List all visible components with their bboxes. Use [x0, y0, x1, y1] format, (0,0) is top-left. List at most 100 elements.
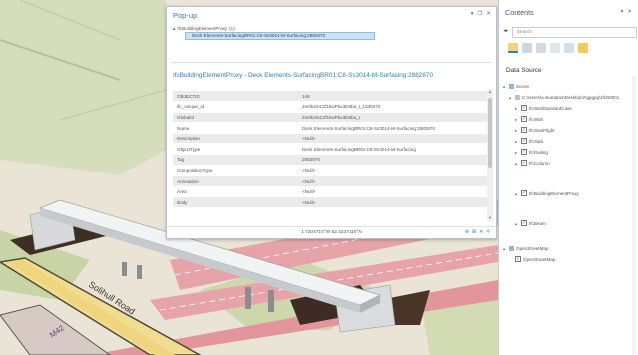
layer-item[interactable]: ▴ ✓ IfcColumn — [515, 158, 550, 168]
layer-label: IfcRailing — [529, 149, 548, 155]
dropdown-icon[interactable]: ▾ — [621, 9, 624, 15]
bridge-pier — [245, 287, 251, 309]
grass-area — [0, 0, 166, 175]
layer-item[interactable]: ▴ C:\Users\a.skarlatos\Desktop\z\gpgpg\z\… — [509, 92, 619, 102]
scroll-up-icon[interactable]: ▲ — [487, 89, 493, 95]
popup-layer-row[interactable]: ▴ IfcBuildingElementProxy (1) — [173, 25, 496, 32]
layer-item[interactable]: ▸ ✓ IfcWall — [515, 114, 543, 124]
attribute-value: 148 — [298, 91, 487, 103]
close-icon[interactable]: ✕ — [486, 12, 491, 18]
attribute-key: ObjectType — [173, 143, 298, 156]
attribute-key: Tag — [173, 154, 298, 166]
attribute-value: <Null> — [298, 165, 487, 177]
search-input[interactable]: Search — [511, 26, 637, 38]
labeling-icon[interactable] — [578, 43, 588, 53]
data-source-icon[interactable] — [522, 43, 532, 53]
bridge-pier — [268, 290, 274, 312]
attribute-row: Annotation <Null> — [173, 175, 487, 187]
editing-icon[interactable] — [550, 43, 560, 53]
visibility-checkbox[interactable]: ✓ — [515, 256, 521, 262]
popup-feature-item[interactable]: Deck Elements-SurfacingBR01:C8-Ss3014-M-… — [185, 32, 375, 40]
attribute-key: Name — [173, 122, 298, 134]
attribute-value: <Null> — [298, 196, 487, 209]
attribute-key: Body — [173, 196, 298, 209]
scene-icon — [509, 245, 514, 251]
popup-titlebar[interactable]: Pop-up ▾ ❐ ✕ — [167, 7, 496, 23]
bridge-pier — [137, 265, 142, 279]
attribute-value: Deck Elements-SurfacingBR01:C8-Ss3014-M-… — [298, 143, 487, 156]
visibility-checkbox[interactable]: ✓ — [521, 160, 527, 166]
scroll-thumb[interactable] — [488, 98, 492, 168]
layer-item[interactable]: ▸ ✓ IfcRailing — [515, 147, 548, 157]
attribute-value: <Null> — [298, 175, 487, 187]
contents-window-controls: ▾ ✕ — [621, 9, 632, 15]
bridge-pier — [122, 262, 127, 276]
attribute-row: GlobalId 2m0k2mCzf1kwPko3D8ba_t — [173, 112, 487, 124]
expand-caret-icon[interactable]: ▴ — [515, 161, 519, 166]
visibility-checkbox[interactable]: ✓ — [521, 105, 527, 111]
visibility-checkbox[interactable]: ✓ — [521, 127, 527, 133]
layer-item[interactable]: ▸ ✓ IfcWallStandardCase — [515, 103, 572, 113]
popup-window-controls: ▾ ❐ ✕ — [471, 12, 491, 18]
remove-icon[interactable]: ✕ — [479, 229, 483, 235]
layer-item[interactable]: ✓ OpenStreetMap — [509, 254, 555, 264]
layer-item[interactable]: ▴ ✓ IfcBuildingElementProxy — [515, 188, 579, 198]
layer-item[interactable]: ▸ ✓ IfcStairFlight — [515, 125, 555, 135]
attribute-value: <Null> — [298, 133, 487, 145]
expand-caret-icon[interactable]: ▴ — [515, 221, 519, 226]
layer-label: C:\Users\a.skarlatos\Desktop\z\gpgpg\z\b… — [522, 94, 620, 100]
layer-label: IfcWallStandardCase — [529, 105, 572, 111]
pan-icon[interactable]: ⚲ — [486, 229, 490, 235]
expand-caret-icon[interactable]: ▸ — [515, 117, 519, 122]
expand-caret-icon[interactable]: ▸ — [515, 106, 519, 111]
contents-search-row: ⏷ Search — [503, 26, 637, 38]
layer-item[interactable]: ▴ Scene — [503, 81, 529, 91]
layer-label: OpenStreetMap — [516, 245, 549, 251]
expand-caret-icon[interactable]: ▴ — [509, 95, 513, 100]
attribute-row: Name Deck Elements-SurfacingBR01:C8-Ss301… — [173, 122, 487, 134]
expand-caret-icon[interactable]: ▴ — [503, 246, 507, 251]
layer-item[interactable]: ▴ OpenStreetMap — [503, 243, 548, 253]
visibility-checkbox[interactable]: ✓ — [521, 220, 527, 226]
attribute-table: OBJECTID 148 ifc_unique_id 2m0k2mCzf1kwPko3… — [173, 91, 487, 209]
expand-caret-icon[interactable]: ▴ — [515, 191, 519, 196]
coordinates-readout: 1.7204710°W 52.4237116°N — [301, 230, 362, 235]
attribute-row: Area <Null> — [173, 186, 487, 198]
close-icon[interactable]: ✕ — [627, 9, 632, 15]
contents-toolbar — [508, 41, 588, 55]
drawing-order-icon[interactable] — [508, 43, 518, 53]
restore-icon[interactable]: ❐ — [477, 12, 482, 18]
popup-title: Pop-up — [173, 10, 198, 20]
contents-scrollbar[interactable] — [632, 76, 636, 354]
layer-item[interactable]: ▴ ✓ IfcBeam — [515, 218, 546, 228]
scene-icon — [509, 83, 514, 89]
expand-caret-icon[interactable]: ▸ — [515, 150, 519, 155]
selection-icon[interactable] — [536, 43, 546, 53]
visibility-checkbox[interactable]: ✓ — [521, 149, 527, 155]
layer-label: IfcBuildingElementProxy — [529, 190, 579, 196]
dropdown-icon[interactable]: ▾ — [471, 12, 474, 18]
popup-scrollbar[interactable]: ▲ ▼ — [487, 89, 493, 221]
popup-layer-label: IfcBuildingElementProxy — [177, 26, 228, 31]
attribute-key: GlobalId — [173, 112, 298, 124]
expand-caret-icon[interactable]: ▸ — [515, 139, 519, 144]
expand-caret-icon[interactable]: ▴ — [503, 84, 507, 89]
collapse-caret-icon[interactable]: ▴ — [173, 26, 175, 32]
popup-feature-title: IfcBuildingElementProxy - Deck Elements-… — [173, 72, 434, 79]
visibility-checkbox[interactable]: ✓ — [521, 116, 527, 122]
expand-caret-icon[interactable]: ▸ — [515, 128, 519, 133]
filter-icon[interactable]: ⏷ — [503, 28, 509, 36]
popup-window[interactable]: Pop-up ▾ ❐ ✕ ▴ IfcBuildingElementProxy (… — [166, 6, 497, 239]
contents-titlebar[interactable]: Contents ▾ ✕ — [499, 0, 638, 24]
visibility-checkbox[interactable]: ✓ — [521, 138, 527, 144]
table-icon[interactable]: ⊞ — [472, 229, 476, 235]
attribute-value: 2m0k2mCzf1kwPko3D8ba_t — [298, 112, 487, 124]
attribute-row: ObjectType Deck Elements-SurfacingBR01:C8… — [173, 143, 487, 156]
layer-item[interactable]: ▸ ✓ IfcSlab — [515, 136, 543, 146]
scroll-down-icon[interactable]: ▼ — [487, 215, 493, 221]
snapping-icon[interactable] — [564, 43, 574, 53]
contents-title: Contents — [505, 7, 534, 17]
visibility-checkbox[interactable]: ✓ — [521, 190, 527, 196]
attribute-value: 2m0k2mCzf1kwPko3D8ba_t_1330370 — [298, 101, 487, 113]
zoom-to-icon[interactable]: ⊕ — [465, 229, 469, 235]
